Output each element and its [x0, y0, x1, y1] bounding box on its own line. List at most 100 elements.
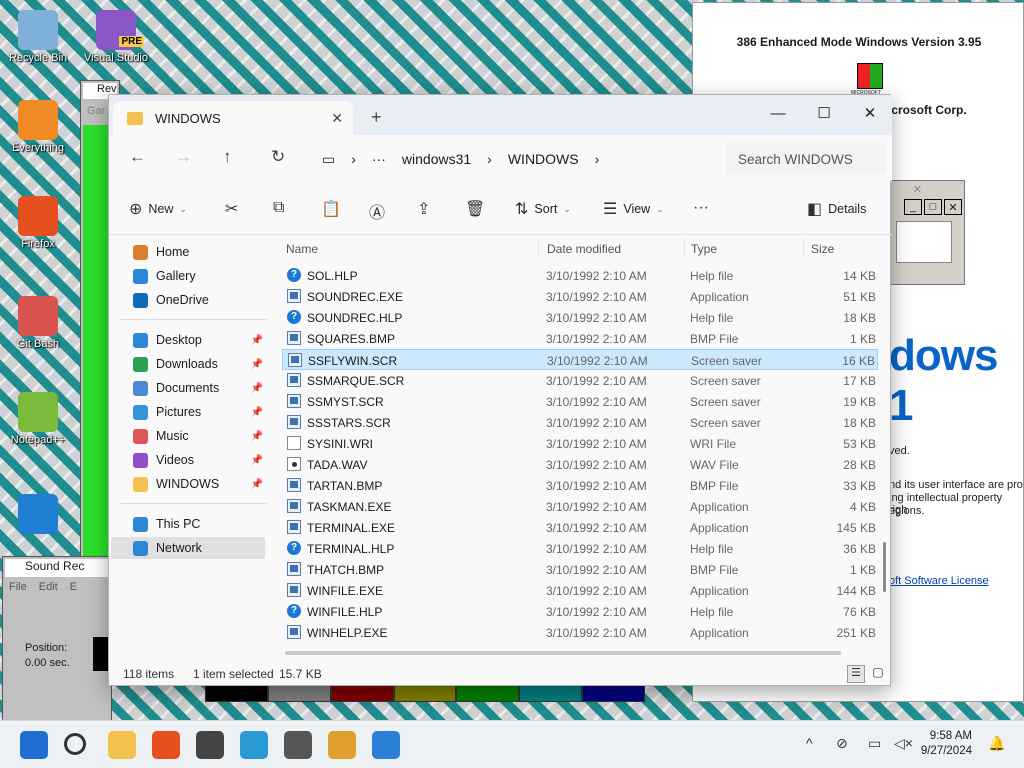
tiles-view-icon[interactable]: ▢	[869, 665, 887, 683]
sidebar-item-downloads[interactable]: Downloads 📌	[133, 353, 269, 375]
view-button[interactable]: ☰ View ⌄	[603, 199, 664, 219]
sidebar-item-home[interactable]: Home	[133, 241, 269, 263]
desktop-icon[interactable]: Notepad++	[2, 392, 74, 446]
paste-button[interactable]: 📋	[321, 199, 341, 219]
desktop-icon[interactable]	[2, 494, 74, 536]
delete-button[interactable]: 🗑	[465, 199, 485, 219]
sidebar-item-network[interactable]: Network	[111, 537, 265, 559]
display-icon[interactable]: ▭	[868, 735, 881, 752]
rename-button[interactable]: Ⓐ	[369, 199, 385, 223]
up-icon[interactable]: ↑	[223, 147, 232, 167]
table-row[interactable]: WINHELP.EXE 3/10/1992 2:10 AM Application 2…	[282, 622, 878, 643]
firefox-icon[interactable]	[152, 731, 180, 759]
table-row[interactable]: WINFILE.EXE 3/10/1992 2:10 AM Application 1…	[282, 580, 878, 601]
network-icon[interactable]: ⊘	[836, 735, 848, 752]
table-row[interactable]: SSSTARS.SCR 3/10/1992 2:10 AM Screen saver…	[282, 412, 878, 433]
cut-button[interactable]: ✂	[225, 199, 238, 219]
sidebar-item-videos[interactable]: Videos 📌	[133, 449, 269, 471]
breadcrumb-windows31[interactable]: windows31	[402, 151, 471, 167]
sidebar-item-this-pc[interactable]: This PC	[133, 513, 269, 535]
details-button[interactable]: ◧ Details	[807, 199, 866, 219]
copy-button[interactable]: ⧉	[273, 199, 284, 217]
column-date[interactable]: Date modified	[547, 242, 621, 256]
pin-icon[interactable]: 📌	[251, 407, 263, 418]
desktop-icon[interactable]: PRE Visual Studio	[80, 10, 152, 64]
license-link[interactable]: oft Software License	[889, 575, 989, 587]
table-row[interactable]: TADA.WAV 3/10/1992 2:10 AM WAV File 28 KB	[282, 454, 878, 475]
table-row[interactable]: SOUNDREC.EXE 3/10/1992 2:10 AM Application…	[282, 286, 878, 307]
table-row[interactable]: SSMYST.SCR 3/10/1992 2:10 AM Screen saver 1…	[282, 391, 878, 412]
column-type[interactable]: Type	[691, 242, 717, 256]
new-tab-button[interactable]: +	[371, 107, 382, 128]
terminal-icon[interactable]	[196, 731, 224, 759]
more-options-button[interactable]: ···	[693, 199, 709, 217]
column-size[interactable]: Size	[811, 242, 834, 256]
maximize-button[interactable]: ☐	[801, 99, 847, 127]
photos-icon[interactable]	[372, 731, 400, 759]
volume-icon[interactable]: ◁×	[894, 735, 913, 752]
clock[interactable]: 9:58 AM 9/27/2024	[921, 729, 972, 759]
horizontal-scrollbar[interactable]	[285, 651, 841, 655]
pin-icon[interactable]: 📌	[251, 455, 263, 466]
desktop-icon[interactable]: Everything	[2, 100, 74, 154]
sidebar-item-gallery[interactable]: Gallery	[133, 265, 269, 287]
search-icon[interactable]	[64, 733, 86, 755]
reversi-menu[interactable]: Gar	[87, 105, 105, 117]
desktop-icon[interactable]: Firefox	[2, 196, 74, 250]
sound-recorder-icon[interactable]	[284, 731, 312, 759]
notepad-icon[interactable]	[240, 731, 268, 759]
desktop-icon[interactable]: Recycle Bin	[2, 10, 74, 64]
paint-icon[interactable]	[328, 731, 356, 759]
sort-button[interactable]: ⇅ Sort ⌄	[515, 199, 571, 219]
close-button[interactable]: ✕	[847, 99, 893, 127]
file-explorer-icon[interactable]	[108, 731, 136, 759]
table-row[interactable]: TASKMAN.EXE 3/10/1992 2:10 AM Application 4…	[282, 496, 878, 517]
more-path-icon[interactable]: ···	[372, 151, 386, 167]
table-row[interactable]: SSMARQUE.SCR 3/10/1992 2:10 AM Screen save…	[282, 370, 878, 391]
maximize-icon[interactable]: □	[924, 199, 942, 215]
minimize-icon[interactable]: _	[904, 199, 922, 215]
back-icon[interactable]: ←	[129, 147, 146, 167]
sidebar-item-pictures[interactable]: Pictures 📌	[133, 401, 269, 423]
minimize-button[interactable]: —	[755, 99, 801, 127]
desktop-icon[interactable]: Git Bash	[2, 296, 74, 350]
start-icon[interactable]	[20, 731, 48, 759]
pin-icon[interactable]: 📌	[251, 383, 263, 394]
sound-menu-item[interactable]: E	[70, 581, 77, 593]
close-icon[interactable]: ✕	[913, 183, 922, 196]
pin-icon[interactable]: 📌	[251, 479, 263, 490]
column-name[interactable]: Name	[286, 242, 318, 256]
table-row[interactable]: SQUARES.BMP 3/10/1992 2:10 AM BMP File 1 KB	[282, 328, 878, 349]
table-row[interactable]: SSFLYWIN.SCR 3/10/1992 2:10 AM Screen save…	[282, 349, 878, 370]
table-row[interactable]: ? SOL.HLP 3/10/1992 2:10 AM Help file 14 KB	[282, 265, 878, 286]
title-bar[interactable]: WINDOWS ✕ + — ☐ ✕	[109, 95, 892, 135]
sidebar-item-documents[interactable]: Documents 📌	[133, 377, 269, 399]
address-bar[interactable]: ▭ › ··· windows31 › WINDOWS ›	[314, 143, 709, 175]
background-dialog[interactable]: ✕ _ □ ✕	[885, 180, 965, 285]
sound-menu-item[interactable]: Edit	[39, 581, 58, 593]
table-row[interactable]: ? TERMINAL.HLP 3/10/1992 2:10 AM Help file 3…	[282, 538, 878, 559]
pin-icon[interactable]: 📌	[251, 359, 263, 370]
forward-icon[interactable]: →	[175, 147, 192, 167]
reversi-board[interactable]	[83, 125, 111, 619]
sound-recorder-window[interactable]: Sound Rec File Edit E Position: 0.00 sec.	[2, 556, 112, 724]
table-row[interactable]: THATCH.BMP 3/10/1992 2:10 AM BMP File 1 KB	[282, 559, 878, 580]
chevron-up-icon[interactable]: ^	[806, 735, 813, 751]
pin-icon[interactable]: 📌	[251, 431, 263, 442]
pin-icon[interactable]: 📌	[251, 335, 263, 346]
details-view-icon[interactable]: ☰	[847, 665, 865, 683]
vertical-scrollbar[interactable]	[882, 245, 888, 645]
notification-icon[interactable]: 🔔	[988, 735, 1005, 752]
table-row[interactable]: SYSINI.WRI 3/10/1992 2:10 AM WRI File 53 KB	[282, 433, 878, 454]
breadcrumb-windows[interactable]: WINDOWS	[508, 151, 579, 167]
sidebar-item-windows[interactable]: WINDOWS 📌	[133, 473, 269, 495]
sidebar-item-music[interactable]: Music 📌	[133, 425, 269, 447]
tab-close-icon[interactable]: ✕	[331, 110, 343, 127]
sound-menu-item[interactable]: File	[9, 581, 27, 593]
file-explorer-window[interactable]: WINDOWS ✕ + — ☐ ✕ ← → ↑ ↻ ▭ › ··· window…	[108, 94, 892, 686]
new-button[interactable]: ⊕ New ⌄	[129, 199, 187, 219]
search-input[interactable]: Search WINDOWS	[726, 143, 886, 175]
sidebar-item-onedrive[interactable]: OneDrive	[133, 289, 269, 311]
sidebar-item-desktop[interactable]: Desktop 📌	[133, 329, 269, 351]
table-row[interactable]: TARTAN.BMP 3/10/1992 2:10 AM BMP File 33 KB	[282, 475, 878, 496]
